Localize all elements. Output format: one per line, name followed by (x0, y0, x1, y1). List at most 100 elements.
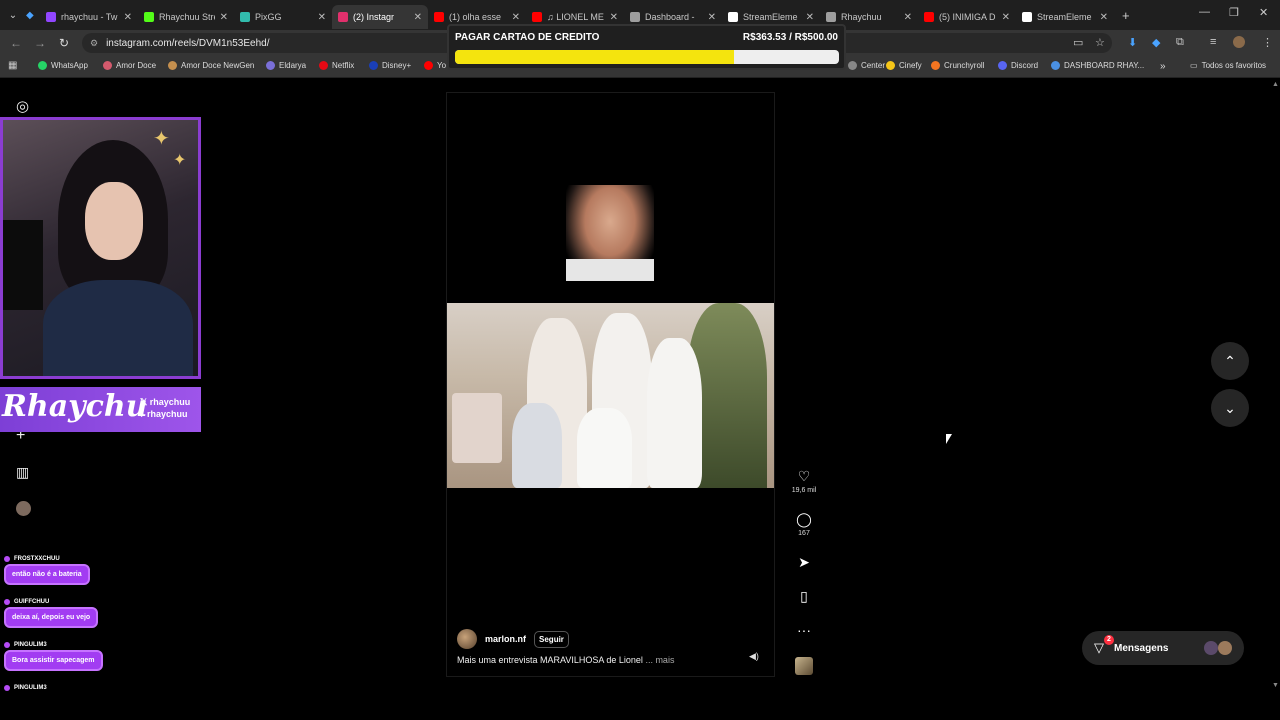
scroll-down-icon[interactable]: ▼ (1272, 682, 1279, 689)
bookmark-item[interactable]: Netflix (319, 61, 354, 70)
close-tab-icon[interactable]: ✕ (318, 12, 326, 23)
audio-thumbnail[interactable] (795, 657, 813, 675)
bookmark-item[interactable]: DASHBOARD RHAY... (1051, 61, 1144, 70)
tiktok-handle: ♪ rhaychuu (140, 409, 188, 419)
close-tab-icon[interactable]: ✕ (610, 12, 618, 23)
site-info-icon[interactable]: ⚙ (90, 38, 98, 49)
bookmark-item[interactable]: WhatsApp (38, 61, 88, 70)
star-icon[interactable]: ☆ (1095, 36, 1105, 49)
close-tab-icon[interactable]: ✕ (512, 12, 520, 23)
apps-icon[interactable]: ▦ (8, 60, 17, 71)
bookmark-item[interactable]: Discord (998, 61, 1038, 70)
close-tab-icon[interactable]: ✕ (220, 12, 228, 23)
next-reel-button[interactable]: ⌄ (1211, 389, 1249, 427)
tab-favicon-icon (144, 12, 154, 22)
reel-caption[interactable]: Mais uma entrevista MARAVILHOSA de Lione… (457, 655, 674, 665)
bookmark-label: Disney+ (382, 61, 412, 70)
author-username[interactable]: marlon.nf (485, 634, 526, 644)
browser-tab[interactable]: (5) INIMIGA D ✕ (918, 5, 1016, 29)
face (85, 182, 143, 260)
browser-tab[interactable]: Rhaychuu Stre ✕ (138, 5, 234, 29)
bookmark-item[interactable]: Amor Doce (103, 61, 156, 70)
more-bookmarks-icon[interactable]: » (1160, 61, 1166, 72)
chat-username: GUIFFCHUU (4, 599, 98, 605)
tab-search-icon[interactable]: ⌄ (0, 0, 26, 30)
maximize-icon[interactable]: ❐ (1229, 6, 1239, 19)
mute-icon[interactable]: ◀) (749, 651, 763, 665)
browser-tab[interactable]: rhaychuu - Tw ✕ (40, 5, 138, 29)
share-icon: ➤ (798, 554, 810, 570)
menu-icon[interactable]: ⋮ (1262, 36, 1273, 49)
minimize-icon[interactable]: — (1199, 6, 1210, 18)
all-bookmarks-folder[interactable]: ▭ Todos os favoritos (1190, 61, 1266, 70)
tab-title: ♫ LIONEL ME (547, 12, 604, 22)
person-figure (577, 408, 632, 488)
goal-value: R$363.53 / R$500.00 (742, 32, 838, 43)
instagram-icon[interactable]: ◎ (16, 97, 29, 115)
close-tab-icon[interactable]: ✕ (414, 12, 422, 23)
tab-favicon-icon (46, 12, 56, 22)
reel-video[interactable]: marlon.nf Seguir Mais uma entrevista MAR… (446, 92, 775, 677)
close-tab-icon[interactable]: ✕ (1002, 12, 1010, 23)
save-button[interactable]: ▯ (790, 588, 818, 605)
tab-title: Rhaychuu Stre (159, 12, 215, 22)
close-tab-icon[interactable]: ✕ (904, 12, 912, 23)
browser-tab[interactable]: PixGG ✕ (234, 5, 332, 29)
chat-username: PINGULIM3 (4, 642, 103, 648)
tab-favicon-icon (338, 12, 348, 22)
more-options-button[interactable]: ··· (790, 622, 818, 638)
profile-avatar[interactable] (1233, 36, 1245, 48)
bookmark-label: Amor Doce (116, 61, 157, 70)
extensions-icon[interactable]: ⧉ (1176, 36, 1184, 49)
messages-button[interactable]: ▽ 2 Mensagens (1082, 631, 1244, 665)
close-tab-icon[interactable]: ✕ (124, 12, 132, 23)
bookmark-favicon-icon (1051, 61, 1060, 70)
close-tab-icon[interactable]: ✕ (708, 12, 716, 23)
tab-favicon-icon (532, 12, 542, 22)
page-scrollbar[interactable]: ▲ ▼ (1270, 79, 1280, 689)
like-button[interactable]: ♡ 19,6 mil (790, 468, 818, 494)
previous-reel-button[interactable]: ⌃ (1211, 342, 1249, 380)
caption-more-link[interactable]: ... mais (645, 655, 674, 665)
new-tab-button[interactable]: + (1122, 8, 1130, 23)
browser-tab[interactable]: StreamEleme ✕ (1016, 5, 1114, 29)
tab-title: Rhaychuu (841, 12, 882, 22)
profile-icon[interactable] (16, 501, 31, 516)
star-decoration-icon: ✦ (153, 128, 170, 150)
bookmark-item[interactable]: Center (848, 61, 885, 70)
messages-label: Mensagens (1114, 642, 1169, 654)
bookmark-item[interactable]: Disney+ (369, 61, 411, 70)
close-tab-icon[interactable]: ✕ (1100, 12, 1108, 23)
extension-gem-icon[interactable]: ◆ (1152, 36, 1160, 49)
follow-button[interactable]: Seguir (534, 630, 569, 648)
microphone (3, 220, 43, 310)
bookmark-item[interactable]: Eldarya (266, 61, 306, 70)
tab-favicon-icon (1022, 12, 1032, 22)
reload-icon[interactable]: ↻ (52, 36, 76, 50)
extension-icon[interactable]: ◆ (26, 10, 40, 21)
author-avatar[interactable] (457, 629, 477, 649)
cast-icon[interactable]: ▭ (1073, 36, 1083, 49)
back-icon[interactable]: ← (4, 36, 28, 50)
tab-title: (2) Instagr (353, 12, 395, 22)
dashboard-icon[interactable]: ▥ (16, 464, 29, 481)
bookmark-label: DASHBOARD RHAY... (1064, 61, 1145, 70)
close-tab-icon[interactable]: ✕ (806, 12, 814, 23)
download-icon[interactable]: ⬇ (1128, 36, 1137, 49)
tab-title: Dashboard - (645, 12, 695, 22)
tab-title: (1) olha esse (449, 12, 502, 22)
bookmark-favicon-icon (886, 61, 895, 70)
bookmark-item[interactable]: Yo (424, 61, 446, 70)
chat-bubble: deixa aí, depois eu vejo (4, 607, 99, 628)
close-window-icon[interactable]: ✕ (1259, 6, 1268, 19)
scroll-up-icon[interactable]: ▲ (1272, 81, 1279, 88)
bookmark-item[interactable]: Cinefy (886, 61, 922, 70)
bookmark-item[interactable]: Amor Doce NewGen (168, 61, 254, 70)
browser-tab[interactable]: (2) Instagr ✕ (332, 5, 428, 29)
forward-icon[interactable]: → (28, 36, 52, 50)
share-button[interactable]: ➤ (790, 554, 818, 571)
media-control-icon[interactable]: ≡ (1210, 36, 1216, 48)
comment-button[interactable]: ◯ 167 (790, 511, 818, 537)
chat-username-text: PINGULIM3 (14, 642, 47, 648)
bookmark-item[interactable]: Crunchyroll (931, 61, 984, 70)
